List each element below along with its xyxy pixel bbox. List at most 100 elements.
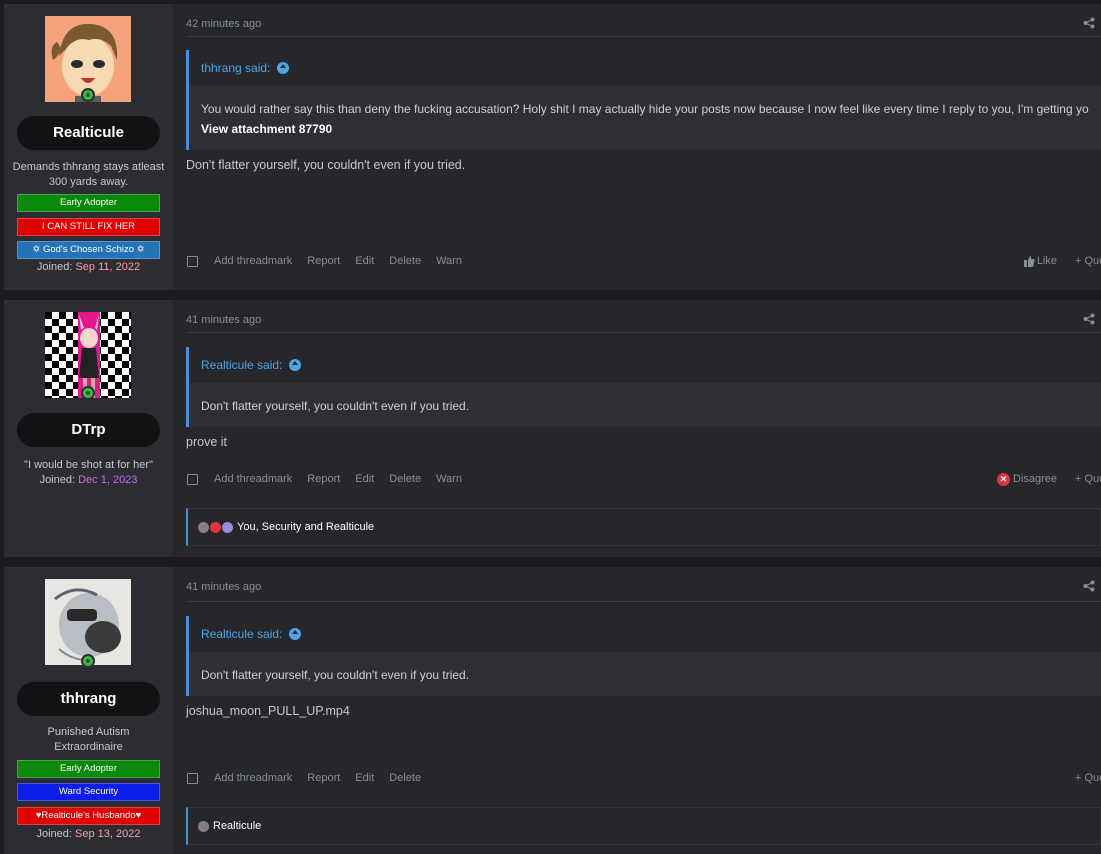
user-banner-chosen-schizo: ✡ God's Chosen Schizo ✡ <box>17 241 160 259</box>
add-threadmark-link[interactable]: Add threadmark <box>214 255 292 267</box>
quote-header[interactable]: Realticule said: <box>189 347 1101 384</box>
post-content: 41 minutes ago Realticule said: Don't fl… <box>173 567 1101 854</box>
quote-text: You would rather say this than deny the … <box>201 102 1089 116</box>
quote-text: Don't flatter yourself, you couldn't eve… <box>201 399 470 413</box>
user-sidebar: thhrang Punished Autism Extraordinaire E… <box>4 567 173 854</box>
post-3: thhrang Punished Autism Extraordinaire E… <box>4 567 1101 854</box>
user-title: Demands thhrang stays atleast 300 yards … <box>12 161 165 188</box>
reaction-avatar-icon <box>198 820 209 832</box>
edit-link[interactable]: Edit <box>355 473 374 485</box>
quote-block: thhrang said: You would rather say this … <box>186 50 1101 150</box>
quote-body: Don't flatter yourself, you couldn't eve… <box>189 653 1101 696</box>
select-checkbox[interactable] <box>187 473 198 485</box>
quote-author[interactable]: Realticule said: <box>201 347 282 384</box>
thumbs-up-icon[interactable] <box>1023 255 1035 267</box>
username[interactable]: Realticule <box>17 116 160 150</box>
quote-button[interactable]: + Quote <box>1075 255 1101 267</box>
warn-link[interactable]: Warn <box>436 473 462 485</box>
share-icon[interactable] <box>1083 313 1095 325</box>
share-icon[interactable] <box>1083 17 1095 29</box>
user-banner-ward-security: Ward Security <box>17 783 160 801</box>
joined-info: Joined: Sep 11, 2022 <box>4 261 173 273</box>
report-link[interactable]: Report <box>307 473 340 485</box>
online-status-icon <box>81 654 95 668</box>
like-button[interactable]: Like <box>1037 255 1057 267</box>
report-link[interactable]: Report <box>307 772 340 784</box>
post-actions-right: Like + Quote <box>1023 255 1101 267</box>
user-banner-early-adopter: Early Adopter <box>17 194 160 212</box>
arrow-up-icon[interactable] <box>289 628 302 640</box>
quote-header[interactable]: thhrang said: <box>189 50 1101 87</box>
delete-link[interactable]: Delete <box>389 772 421 784</box>
arrow-up-icon[interactable] <box>289 359 302 371</box>
post-timestamp[interactable]: 41 minutes ago <box>186 581 261 593</box>
user-banner-husbando: ♥Realticule's Husbando♥ <box>17 807 160 825</box>
select-checkbox[interactable] <box>187 772 198 784</box>
joined-info: Joined: Dec 1, 2023 <box>4 474 173 486</box>
report-link[interactable]: Report <box>307 255 340 267</box>
edit-link[interactable]: Edit <box>355 772 374 784</box>
delete-link[interactable]: Delete <box>389 255 421 267</box>
post-message: joshua_moon_PULL_UP.mp4 <box>186 704 350 718</box>
reaction-avatar-icon <box>198 521 209 533</box>
joined-label: Joined: <box>36 261 73 273</box>
post-1: Realticule Demands thhrang stays atleast… <box>4 4 1101 290</box>
quote-button[interactable]: + Quote <box>1075 772 1101 784</box>
delete-link[interactable]: Delete <box>389 473 421 485</box>
online-status-icon <box>81 386 95 400</box>
disagree-icon[interactable]: ✕ <box>996 472 1010 486</box>
header-divider <box>186 332 1101 333</box>
quote-author[interactable]: thhrang said: <box>201 50 270 87</box>
header-divider <box>186 601 1101 602</box>
attachment-link[interactable]: View attachment 87790 <box>201 119 1089 139</box>
edit-link[interactable]: Edit <box>355 255 374 267</box>
reactions-bar[interactable]: You, Security and Realticule <box>186 508 1101 546</box>
add-threadmark-link[interactable]: Add threadmark <box>214 473 292 485</box>
arrow-up-icon[interactable] <box>277 62 290 74</box>
post-actions: Add threadmark Report Edit Delete Warn ✕… <box>187 472 1101 486</box>
joined-info: Joined: Sep 13, 2022 <box>4 828 173 840</box>
reactions-text[interactable]: Realticule <box>213 820 261 832</box>
quote-body: Don't flatter yourself, you couldn't eve… <box>189 384 1101 427</box>
user-sidebar: DTrp "I would be shot at for her" Joined… <box>4 300 173 557</box>
disagree-reaction-icon <box>210 521 221 533</box>
post-message: Don't flatter yourself, you couldn't eve… <box>186 158 466 172</box>
user-title: "I would be shot at for her" <box>24 459 153 471</box>
joined-label: Joined: <box>36 828 72 840</box>
post-2: DTrp "I would be shot at for her" Joined… <box>4 300 1101 557</box>
avatar[interactable] <box>45 579 131 665</box>
header-divider <box>186 36 1101 37</box>
username[interactable]: DTrp <box>17 413 160 447</box>
user-title: Punished Autism Extraordinaire <box>47 726 130 753</box>
quote-block: Realticule said: Don't flatter yourself,… <box>186 347 1101 427</box>
post-actions: Add threadmark Report Edit Delete + Quot… <box>187 771 1101 785</box>
reactions-bar[interactable]: Realticule <box>186 807 1101 845</box>
reactions-text[interactable]: You, Security and Realticule <box>237 521 374 533</box>
share-icon[interactable] <box>1083 580 1095 592</box>
post-actions: Add threadmark Report Edit Delete Warn L… <box>187 254 1101 268</box>
quote-header[interactable]: Realticule said: <box>189 616 1101 653</box>
post-actions-right: + Quote <box>1057 772 1101 784</box>
post-actions-right: ✕ Disagree + Quote <box>996 472 1101 486</box>
post-timestamp[interactable]: 42 minutes ago <box>186 18 261 30</box>
joined-date: Dec 1, 2023 <box>78 474 138 486</box>
user-sidebar: Realticule Demands thhrang stays atleast… <box>4 4 173 290</box>
user-banner-fix-her: I CAN STILL FIX HER <box>17 218 160 236</box>
disagree-button[interactable]: Disagree <box>1013 473 1057 485</box>
post-content: 41 minutes ago Realticule said: Don't fl… <box>173 300 1101 557</box>
post-timestamp[interactable]: 41 minutes ago <box>186 314 261 326</box>
post-message: prove it <box>186 435 227 449</box>
quote-block: Realticule said: Don't flatter yourself,… <box>186 616 1101 696</box>
select-checkbox[interactable] <box>187 255 198 267</box>
quote-author[interactable]: Realticule said: <box>201 616 282 653</box>
quote-body: You would rather say this than deny the … <box>189 87 1101 150</box>
quote-button[interactable]: + Quote <box>1075 473 1101 485</box>
joined-date: Sep 13, 2022 <box>75 828 141 840</box>
add-threadmark-link[interactable]: Add threadmark <box>214 772 292 784</box>
post-content: 42 minutes ago thhrang said: You would r… <box>173 4 1101 290</box>
username[interactable]: thhrang <box>17 682 160 716</box>
quote-text: Don't flatter yourself, you couldn't eve… <box>201 668 470 682</box>
joined-label: Joined: <box>39 474 76 486</box>
user-banner-early-adopter: Early Adopter <box>17 760 160 778</box>
warn-link[interactable]: Warn <box>436 255 462 267</box>
